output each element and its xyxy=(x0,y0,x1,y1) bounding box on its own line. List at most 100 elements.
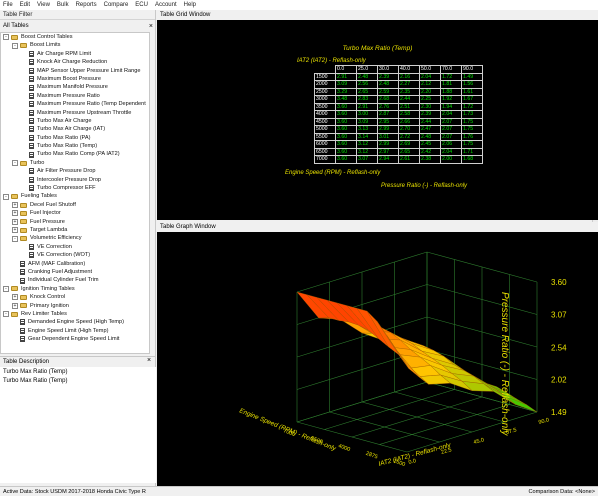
expand-icon[interactable]: + xyxy=(12,202,18,208)
grid-cell[interactable]: 2.72 xyxy=(398,132,420,141)
menu-compare[interactable]: Compare xyxy=(104,2,129,8)
tree-folder[interactable]: - Ignition Timing Tables xyxy=(1,285,149,293)
tree-item[interactable]: Turbo Max Ratio (Temp) xyxy=(1,142,149,150)
tree-folder[interactable]: + Fuel Injector xyxy=(1,209,149,217)
grid-cell[interactable]: 2.47 xyxy=(419,125,441,134)
grid-cell[interactable]: 1.61 xyxy=(461,87,483,96)
tree-item[interactable]: VE Correction xyxy=(1,243,149,251)
tree-item[interactable]: Engine Speed Limit (High Temp) xyxy=(1,327,149,335)
grid-cell[interactable]: 2.20 xyxy=(419,87,441,96)
grid-cell[interactable]: 2.94 xyxy=(377,155,399,164)
grid-cell[interactable]: 3.00 xyxy=(356,110,378,119)
grid-cell[interactable]: 2.44 xyxy=(419,117,441,126)
grid-cell[interactable]: 1.75 xyxy=(461,125,483,134)
grid-cell[interactable]: 2.66 xyxy=(398,117,420,126)
grid-cell[interactable]: 1.75 xyxy=(461,117,483,126)
tree-item[interactable]: Intercooler Pressure Drop xyxy=(1,176,149,184)
grid-cell[interactable]: 3.60 xyxy=(335,125,357,134)
grid-cell[interactable]: 2.68 xyxy=(377,95,399,104)
grid-cell[interactable]: 2.91 xyxy=(335,72,357,81)
menu-bulk[interactable]: Bulk xyxy=(57,2,69,8)
grid-cell[interactable]: 3.12 xyxy=(356,140,378,149)
grid-cell[interactable]: 2.95 xyxy=(377,117,399,126)
tree-item[interactable]: Maximum Boost Pressure xyxy=(1,75,149,83)
expand-icon[interactable]: + xyxy=(12,218,18,225)
grid-cell[interactable]: 1.92 xyxy=(440,95,462,104)
tree-folder[interactable]: - Rev Limiter Tables xyxy=(1,310,149,318)
tree-folder[interactable]: - Boost Limits xyxy=(1,41,149,49)
tree-item[interactable]: Air Filter Pressure Drop xyxy=(1,167,149,175)
collapse-icon[interactable]: - xyxy=(3,285,9,292)
expand-icon[interactable]: + xyxy=(12,294,18,301)
grid-cell[interactable]: 2.38 xyxy=(419,155,441,164)
grid-cell[interactable]: 3.29 xyxy=(335,87,357,96)
grid-cell[interactable]: 1.81 xyxy=(440,80,462,89)
grid-cell[interactable]: 3.09 xyxy=(335,80,357,89)
collapse-icon[interactable]: - xyxy=(3,34,9,41)
grid-cell[interactable]: 1.49 xyxy=(461,72,483,81)
tree-item[interactable]: VE Correction (WOT) xyxy=(1,251,149,259)
grid-cell[interactable]: 2.07 xyxy=(440,125,462,134)
grid-cell[interactable]: 3.60 xyxy=(335,132,357,141)
tree-folder[interactable]: + Decel Fuel Shutoff xyxy=(1,201,149,209)
grid-cell[interactable]: 2.27 xyxy=(398,80,420,89)
tree-item[interactable]: Maximum Manifold Pressure xyxy=(1,83,149,91)
grid-cell[interactable]: 2.99 xyxy=(377,125,399,134)
grid-cell[interactable]: 1.68 xyxy=(461,155,483,164)
surface-plot[interactable]: 3.60 3.07 2.54 2.02 1.49 Pressure Ratio (-) -… xyxy=(157,232,598,486)
grid-cell[interactable]: 3.14 xyxy=(356,132,378,141)
tree-item[interactable]: Turbo Compressor EFF xyxy=(1,184,149,192)
grid-cell[interactable]: 3.09 xyxy=(356,117,378,126)
grid-cell[interactable]: 2.04 xyxy=(419,72,441,81)
tree-folder[interactable]: + Knock Control xyxy=(1,293,149,301)
grid-cell[interactable]: 1.88 xyxy=(440,87,462,96)
grid-cell[interactable]: 1.94 xyxy=(440,102,462,111)
grid-cell[interactable]: 2.48 xyxy=(419,132,441,141)
grid-cell[interactable]: 2.48 xyxy=(377,80,399,89)
grid-cell[interactable]: 2.42 xyxy=(419,147,441,156)
grid-cell[interactable]: 2.70 xyxy=(398,125,420,134)
grid-cell[interactable]: 2.45 xyxy=(419,140,441,149)
grid-cell[interactable]: 2.51 xyxy=(398,102,420,111)
menu-reports[interactable]: Reports xyxy=(76,2,97,8)
tree-item[interactable]: Individual Cylinder Fuel Trim xyxy=(1,276,149,284)
collapse-icon[interactable]: - xyxy=(12,235,18,242)
close-icon[interactable]: × xyxy=(149,23,153,30)
tree-item[interactable]: Demanded Engine Speed (High Temp) xyxy=(1,318,149,326)
tree-folder[interactable]: - Turbo xyxy=(1,159,149,167)
tree-item[interactable]: Air Charge RPM Limit xyxy=(1,50,149,58)
grid-cell[interactable]: 1.72 xyxy=(461,102,483,111)
grid-cell[interactable]: 1.75 xyxy=(461,140,483,149)
grid-cell[interactable]: 1.73 xyxy=(461,110,483,119)
grid-cell[interactable]: 3.13 xyxy=(356,125,378,134)
grid-cell[interactable]: 2.39 xyxy=(419,110,441,119)
grid-cell[interactable]: 3.60 xyxy=(335,110,357,119)
tree-item[interactable]: AFM (MAF Calibration) xyxy=(1,260,149,268)
grid-cell[interactable]: 1.72 xyxy=(440,72,462,81)
tree-folder[interactable]: + Primary Ignition xyxy=(1,302,149,310)
grid-cell[interactable]: 2.59 xyxy=(377,87,399,96)
tree-folder[interactable]: + Target Lambda xyxy=(1,226,149,234)
grid-cell[interactable]: 3.60 xyxy=(335,102,357,111)
collapse-icon[interactable]: - xyxy=(12,42,18,49)
tree-folder[interactable]: + Fuel Pressure xyxy=(1,218,149,226)
collapse-icon[interactable]: - xyxy=(3,311,9,318)
grid-cell[interactable]: 2.16 xyxy=(398,72,420,81)
tree-item[interactable]: Maximum Pressure Upstream Throttle xyxy=(1,109,149,117)
grid-cell[interactable]: 2.07 xyxy=(440,132,462,141)
tree-item[interactable]: Maximum Pressure Ratio xyxy=(1,92,149,100)
grid-cell[interactable]: 2.65 xyxy=(398,147,420,156)
grid-cell[interactable]: 2.12 xyxy=(419,80,441,89)
grid-cell[interactable]: 2.04 xyxy=(440,147,462,156)
grid-cell[interactable]: 2.25 xyxy=(419,95,441,104)
tree-item[interactable]: Turbo Max Air Charge (IAT) xyxy=(1,125,149,133)
grid-cell[interactable]: 1.56 xyxy=(461,80,483,89)
menu-help[interactable]: Help xyxy=(184,2,196,8)
tree-item[interactable]: Gear Dependent Engine Speed Limit xyxy=(1,335,149,343)
grid-cell[interactable]: 2.06 xyxy=(440,140,462,149)
grid-cell[interactable]: 2.61 xyxy=(398,155,420,164)
tree-folder[interactable]: - Boost Control Tables xyxy=(1,33,149,41)
grid-cell[interactable]: 2.99 xyxy=(377,140,399,149)
grid-cell[interactable]: 2.97 xyxy=(377,147,399,156)
grid-cell[interactable]: 3.12 xyxy=(356,147,378,156)
